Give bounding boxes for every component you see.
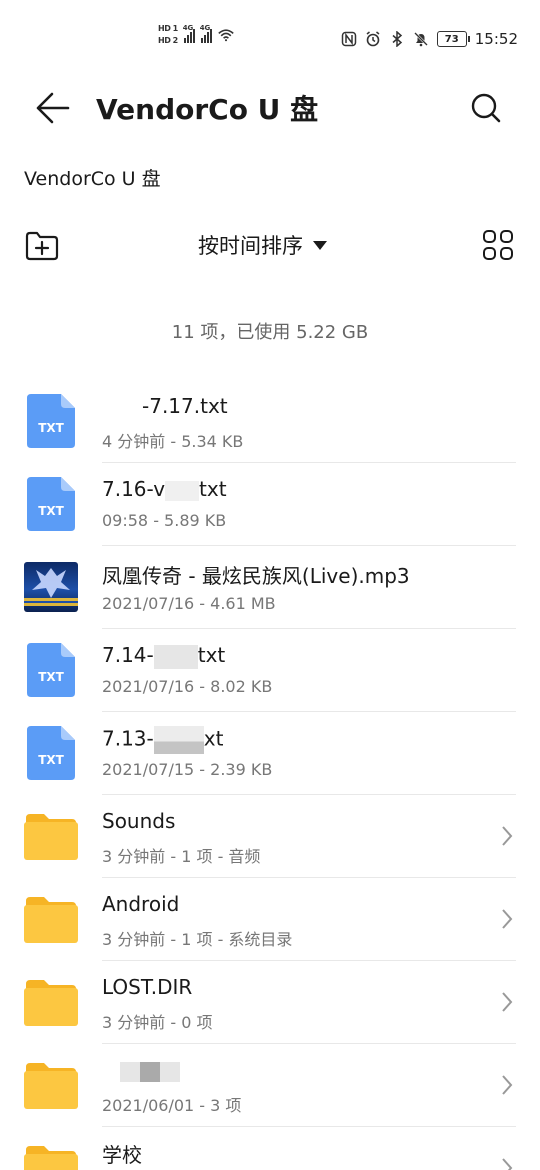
chevron-right-icon [502, 909, 513, 929]
hd1-badge: HD 1 [158, 24, 178, 33]
toolbar: 按时间排序 [0, 222, 540, 270]
folder-icon [24, 1058, 78, 1114]
status-right-group: 73 15:52 [341, 30, 518, 48]
txt-file-icon: TXT [24, 394, 78, 450]
new-folder-button[interactable] [24, 230, 60, 262]
folder-meta: 3 分钟前 - 0 项 [102, 1013, 213, 1032]
txt-file-icon: TXT [24, 726, 78, 782]
chevron-right-icon [502, 992, 513, 1012]
folder-name: LOST.DIR [102, 975, 193, 999]
file-name-suffix: txt [199, 477, 227, 501]
file-name-suffix: txt [197, 643, 226, 667]
folder-meta: 2021/06/01 - 3 项 [102, 1096, 242, 1115]
search-icon [471, 93, 501, 123]
grid-view-icon [483, 230, 513, 260]
folder-meta: 3 分钟前 - 1 项 - 音频 [102, 847, 261, 866]
sort-label: 按时间排序 [198, 234, 303, 258]
folder-row-sounds[interactable]: Sounds 3 分钟前 - 1 项 - 音频 [0, 795, 540, 878]
status-time: 15:52 [474, 30, 518, 48]
page-title: VendorCo U 盘 [96, 93, 319, 126]
signal-1-icon: 4G [182, 24, 195, 43]
app-header: VendorCo U 盘 [0, 84, 540, 132]
grid-view-button[interactable] [482, 229, 514, 261]
hd2-badge: HD 2 [158, 36, 178, 45]
breadcrumb[interactable]: VendorCo U 盘 [24, 164, 161, 191]
folder-name: Android [102, 892, 180, 916]
album-art-thumbnail [24, 560, 78, 616]
file-name-prefix: 7.14- [102, 643, 154, 667]
folder-name [102, 1058, 180, 1082]
mute-icon [413, 31, 429, 47]
alarm-icon [365, 31, 381, 47]
file-meta: 2021/07/16 - 4.61 MB [102, 594, 276, 613]
file-name: -7.17.txt [102, 394, 228, 418]
file-row[interactable]: TXT 7.13- xt 2021/07/15 - 2.39 KB [0, 712, 540, 795]
new-folder-icon [25, 231, 59, 261]
file-name-text: -7.17.txt [142, 394, 228, 418]
file-row[interactable]: TXT -7.17.txt 4 分钟前 - 5.34 KB [0, 380, 540, 463]
back-arrow-icon [36, 92, 70, 124]
folder-name: 学校 [102, 1143, 142, 1167]
folder-name: Sounds [102, 809, 176, 833]
folder-meta: 3 分钟前 - 1 项 - 系统目录 [102, 930, 293, 949]
svg-text:TXT: TXT [38, 421, 64, 435]
txt-file-icon: TXT [24, 477, 78, 533]
status-bar: HD 1 HD 2 4G 4G 73 15:52 [0, 0, 540, 80]
svg-text:TXT: TXT [38, 670, 64, 684]
file-name: 7.16-v txt [102, 477, 227, 501]
chevron-right-icon [502, 1075, 513, 1095]
hd-indicators: HD 1 HD 2 [158, 24, 178, 46]
file-name: 凤凰传奇 - 最炫民族风(Live).mp3 [102, 564, 410, 588]
folder-row-redacted[interactable]: 2021/06/01 - 3 项 [0, 1044, 540, 1127]
sort-dropdown[interactable]: 按时间排序 [198, 230, 327, 260]
folder-icon [24, 1141, 78, 1170]
file-name-prefix: 7.16-v [102, 477, 166, 501]
file-meta: 2021/07/15 - 2.39 KB [102, 760, 273, 779]
txt-file-icon: TXT [24, 643, 78, 699]
file-meta: 4 分钟前 - 5.34 KB [102, 432, 244, 451]
wifi-icon [217, 27, 234, 43]
folder-icon [24, 892, 78, 948]
bluetooth-icon [389, 31, 405, 47]
chevron-right-icon [502, 1158, 513, 1170]
caret-down-icon [313, 240, 327, 250]
folder-icon [24, 975, 78, 1031]
file-name: 7.13- xt [102, 726, 223, 754]
svg-text:TXT: TXT [38, 753, 64, 767]
file-row[interactable]: 凤凰传奇 - 最炫民族风(Live).mp3 2021/07/16 - 4.61… [0, 546, 540, 629]
chevron-right-icon [502, 826, 513, 846]
file-name-prefix: 7.13- [102, 726, 154, 751]
folder-icon [24, 809, 78, 865]
net2-label: 4G [199, 24, 211, 32]
nfc-icon [341, 31, 357, 47]
storage-summary: 11 项，已使用 5.22 GB [171, 322, 369, 343]
file-meta: 2021/07/16 - 8.02 KB [102, 677, 273, 696]
file-meta: 09:58 - 5.89 KB [102, 511, 227, 530]
status-left-group: HD 1 HD 2 4G 4G [158, 24, 234, 46]
file-row[interactable]: TXT 7.14- txt 2021/07/16 - 8.02 KB [0, 629, 540, 712]
svg-text:TXT: TXT [38, 504, 64, 518]
signal-2-icon: 4G [199, 24, 212, 43]
folder-row-school[interactable]: 学校 [0, 1127, 540, 1170]
back-button[interactable] [34, 90, 74, 126]
file-name: 7.14- txt [102, 643, 225, 669]
battery-indicator: 73 [436, 31, 470, 47]
search-button[interactable] [466, 88, 506, 128]
folder-row-lost-dir[interactable]: LOST.DIR 3 分钟前 - 0 项 [0, 961, 540, 1044]
file-name-suffix: xt [203, 726, 224, 751]
net1-label: 4G [182, 24, 194, 32]
file-row[interactable]: TXT 7.16-v txt 09:58 - 5.89 KB [0, 463, 540, 546]
file-list: TXT -7.17.txt 4 分钟前 - 5.34 KB TXT 7.16-v… [0, 380, 540, 1170]
folder-row-android[interactable]: Android 3 分钟前 - 1 项 - 系统目录 [0, 878, 540, 961]
